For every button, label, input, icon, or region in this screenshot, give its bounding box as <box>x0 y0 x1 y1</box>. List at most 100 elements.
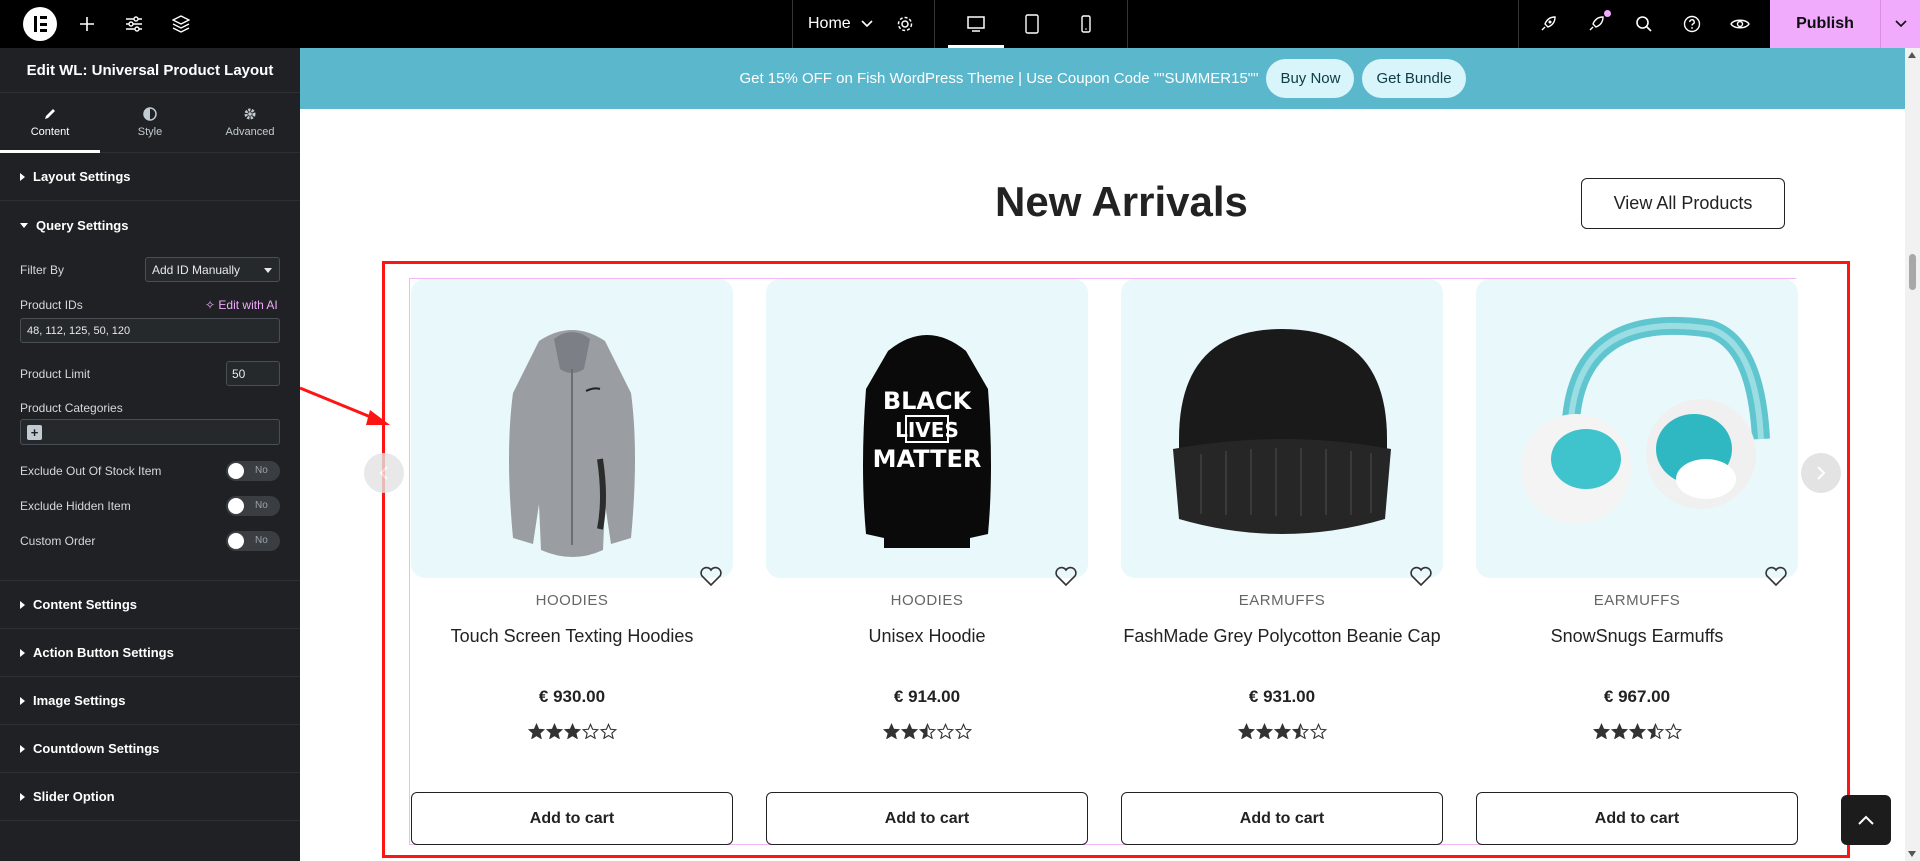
star-full-icon <box>882 723 900 739</box>
exclude-hidden-toggle[interactable]: No <box>226 496 280 516</box>
product-title[interactable]: Touch Screen Texting Hoodies <box>411 626 733 647</box>
tab-style[interactable]: Style <box>100 93 200 152</box>
star-empty-icon <box>936 723 954 739</box>
preview-eye-icon[interactable] <box>1726 10 1754 38</box>
exclude-out-of-stock-toggle[interactable]: No <box>226 461 280 481</box>
preview-canvas: Get 15% OFF on Fish WordPress Theme | Us… <box>300 48 1905 861</box>
rating-stars <box>1476 723 1798 739</box>
product-categories-label: Product Categories <box>20 401 123 415</box>
add-category-plus-icon[interactable]: + <box>27 425 42 440</box>
promo-text: Get 15% OFF on Fish WordPress Theme | Us… <box>739 70 1259 87</box>
tab-content[interactable]: Content <box>0 93 100 153</box>
product-price: € 930.00 <box>538 687 606 706</box>
custom-order-toggle[interactable]: No <box>226 531 280 551</box>
mobile-view-icon[interactable] <box>1072 10 1100 38</box>
wishlist-heart-icon[interactable] <box>1409 565 1433 587</box>
wishlist-heart-icon[interactable] <box>1764 565 1788 587</box>
add-element-icon[interactable] <box>73 10 101 38</box>
rating-stars <box>1121 723 1443 739</box>
search-icon[interactable] <box>1630 10 1658 38</box>
star-full-icon <box>1237 723 1255 739</box>
hoodie-print-line: BLACK <box>883 387 973 415</box>
star-full-icon <box>545 723 563 739</box>
product-ids-input[interactable]: 48, 112, 125, 50, 120 <box>20 318 280 343</box>
filter-by-label: Filter By <box>20 263 65 277</box>
section-content-settings[interactable]: Content Settings <box>0 581 300 629</box>
add-to-cart-button[interactable]: Add to cart <box>1121 792 1443 845</box>
product-category[interactable]: HOODIES <box>766 592 1088 609</box>
section-label: Countdown Settings <box>33 741 160 756</box>
tab-content-label: Content <box>30 126 70 138</box>
publish-options-chevron-icon[interactable] <box>1880 0 1920 48</box>
section-countdown-settings[interactable]: Countdown Settings <box>0 725 300 773</box>
star-full-icon <box>1273 723 1291 739</box>
section-slider-option[interactable]: Slider Option <box>0 773 300 821</box>
back-to-top-chevron-up-icon[interactable] <box>1841 795 1891 845</box>
dropdown-arrow-icon <box>264 268 272 273</box>
section-query-settings[interactable]: Query Settings <box>0 201 300 249</box>
rating-stars <box>766 723 1088 739</box>
product-image[interactable]: BLACK LIVES MATTER <box>766 279 1088 578</box>
desktop-view-icon[interactable] <box>962 10 990 38</box>
add-to-cart-button[interactable]: Add to cart <box>1476 792 1798 845</box>
tablet-view-icon[interactable] <box>1018 10 1046 38</box>
product-image[interactable] <box>411 279 733 578</box>
toggle-knob <box>228 533 244 549</box>
half-circle-icon <box>143 107 157 121</box>
star-empty-icon <box>581 723 599 739</box>
elementor-logo-icon[interactable] <box>23 7 57 41</box>
product-title[interactable]: Unisex Hoodie <box>766 626 1088 647</box>
tab-advanced[interactable]: Advanced <box>200 93 300 152</box>
publish-button[interactable]: Publish <box>1770 0 1880 48</box>
edit-with-ai-label: Edit with AI <box>218 298 278 312</box>
product-category[interactable]: EARMUFFS <box>1121 592 1443 609</box>
scrollbar-thumb[interactable] <box>1909 254 1916 290</box>
view-all-products-button[interactable]: View All Products <box>1581 178 1785 229</box>
buy-now-button[interactable]: Buy Now <box>1266 59 1355 98</box>
filter-by-select[interactable]: Add ID Manually <box>145 257 280 282</box>
get-bundle-button[interactable]: Get Bundle <box>1362 59 1466 98</box>
scroll-down-arrow-icon[interactable] <box>1908 851 1916 857</box>
add-to-cart-button[interactable]: Add to cart <box>766 792 1088 845</box>
page-selector[interactable]: Home <box>808 0 873 48</box>
sparkle-icon: ✧ <box>205 298 216 312</box>
product-title[interactable]: FashMade Grey Polycotton Beanie Cap <box>1121 626 1443 647</box>
star-full-icon <box>563 723 581 739</box>
product-image[interactable] <box>1476 279 1798 578</box>
scroll-up-arrow-icon[interactable] <box>1908 52 1916 58</box>
page-settings-gear-icon[interactable] <box>891 10 919 38</box>
star-full-icon <box>527 723 545 739</box>
exclude-hidden-label: Exclude Hidden Item <box>20 499 131 513</box>
edit-with-ai-link[interactable]: ✧ Edit with AI <box>205 298 278 312</box>
product-limit-input[interactable]: 50 <box>226 361 280 386</box>
rocket-icon[interactable] <box>1534 10 1562 38</box>
section-label: Image Settings <box>33 693 126 708</box>
help-icon[interactable] <box>1678 10 1706 38</box>
product-title[interactable]: SnowSnugs Earmuffs <box>1476 626 1798 647</box>
product-categories-input[interactable]: + <box>20 419 280 445</box>
section-action-button-settings[interactable]: Action Button Settings <box>0 629 300 677</box>
wishlist-heart-icon[interactable] <box>699 565 723 587</box>
exclude-out-of-stock-label: Exclude Out Of Stock Item <box>20 464 162 478</box>
star-full-icon <box>1628 723 1646 739</box>
slider-prev-chevron-left-icon[interactable] <box>364 453 404 493</box>
product-category[interactable]: HOODIES <box>411 592 733 609</box>
section-layout-settings[interactable]: Layout Settings <box>0 153 300 201</box>
product-image[interactable] <box>1121 279 1443 578</box>
star-half-icon <box>1291 723 1309 739</box>
toggle-knob <box>228 498 244 514</box>
page-scrollbar[interactable] <box>1905 48 1920 861</box>
section-label: Query Settings <box>36 217 129 233</box>
star-full-icon <box>900 723 918 739</box>
site-settings-icon[interactable] <box>120 10 148 38</box>
star-half-icon <box>1646 723 1664 739</box>
panel-tabs: Content Style Advanced <box>0 93 300 153</box>
wishlist-heart-icon[interactable] <box>1054 565 1078 587</box>
layers-icon[interactable] <box>167 10 195 38</box>
hoodie-print-line: LIVES <box>895 418 959 442</box>
page-name: Home <box>808 15 851 32</box>
section-image-settings[interactable]: Image Settings <box>0 677 300 725</box>
slider-next-chevron-right-icon[interactable] <box>1801 453 1841 493</box>
add-to-cart-button[interactable]: Add to cart <box>411 792 733 845</box>
product-category[interactable]: EARMUFFS <box>1476 592 1798 609</box>
